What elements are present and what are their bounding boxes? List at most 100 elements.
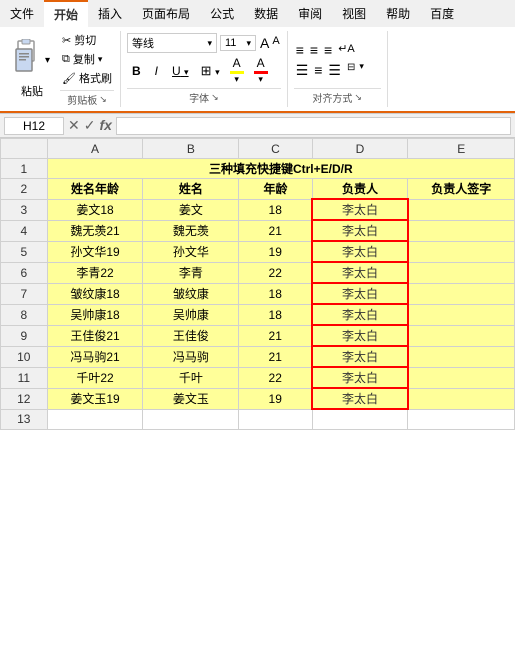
underline-button[interactable]: U ▾ (167, 62, 194, 80)
tab-home[interactable]: 开始 (44, 0, 88, 27)
alignment-expand-icon[interactable]: ↘ (354, 92, 362, 103)
cell-9b[interactable]: 王佳俊 (143, 325, 239, 346)
insert-function-icon[interactable]: fx (99, 117, 111, 134)
format-painter-button[interactable]: 🖌 格式刷 (60, 69, 114, 87)
increase-font-button[interactable]: A (259, 35, 270, 51)
cell-5d[interactable]: 李太白 (312, 241, 408, 262)
cell-11c[interactable]: 22 (239, 367, 312, 388)
cell-10b[interactable]: 冯马驹 (143, 346, 239, 367)
cancel-formula-icon[interactable]: ✕ (68, 117, 80, 134)
cell-10e[interactable] (408, 346, 515, 367)
title-cell[interactable]: 三种填充快捷键Ctrl+E/D/R (47, 159, 514, 179)
highlight-color-arrow[interactable]: ▾ (234, 74, 239, 85)
formula-input[interactable] (116, 117, 511, 135)
tab-insert[interactable]: 插入 (88, 0, 132, 27)
cell-4a[interactable]: 魏无羡21 (47, 220, 143, 241)
cell-3d[interactable]: 李太白 (312, 199, 408, 220)
cell-12b[interactable]: 姜文玉 (143, 388, 239, 409)
corner-cell[interactable] (1, 139, 48, 159)
cell-11a[interactable]: 千叶22 (47, 367, 143, 388)
row-num-12[interactable]: 12 (1, 388, 48, 409)
align-center-button[interactable]: ≡ (312, 61, 324, 80)
cell-11b[interactable]: 千叶 (143, 367, 239, 388)
cell-6b[interactable]: 李青 (143, 262, 239, 283)
row-num-4[interactable]: 4 (1, 220, 48, 241)
font-size-selector[interactable]: 11 ▾ (220, 35, 256, 51)
cell-7a[interactable]: 皱纹康18 (47, 283, 143, 304)
cell-4e[interactable] (408, 220, 515, 241)
cell-4c[interactable]: 21 (239, 220, 312, 241)
merge-center-arrow[interactable]: ▾ (359, 61, 364, 80)
cell-11d[interactable]: 李太白 (312, 367, 408, 388)
tab-help[interactable]: 帮助 (376, 0, 420, 27)
paste-dropdown-arrow[interactable]: ▾ (45, 55, 50, 66)
align-bottom-button[interactable]: ≡ (322, 41, 334, 59)
cell-10c[interactable]: 21 (239, 346, 312, 367)
italic-button[interactable]: I (150, 62, 163, 80)
cell-8e[interactable] (408, 304, 515, 325)
cell-6a[interactable]: 李青22 (47, 262, 143, 283)
cell-5e[interactable] (408, 241, 515, 262)
row-num-9[interactable]: 9 (1, 325, 48, 346)
header-e[interactable]: 负责人签字 (408, 179, 515, 200)
cell-13c[interactable] (239, 409, 312, 429)
cut-button[interactable]: ✂ 剪切 (60, 31, 114, 49)
align-left-button[interactable]: ☰ (294, 61, 311, 80)
row-num-2[interactable]: 2 (1, 179, 48, 200)
row-num-3[interactable]: 3 (1, 199, 48, 220)
cell-6d[interactable]: 李太白 (312, 262, 408, 283)
cell-8d[interactable]: 李太白 (312, 304, 408, 325)
font-expand-icon[interactable]: ↘ (211, 92, 219, 103)
header-b[interactable]: 姓名 (143, 179, 239, 200)
cell-9a[interactable]: 王佳俊21 (47, 325, 143, 346)
header-a[interactable]: 姓名年龄 (47, 179, 143, 200)
tab-baidu[interactable]: 百度 (420, 0, 464, 27)
highlight-color-button[interactable]: A ▾ (227, 55, 247, 86)
col-header-d[interactable]: D (312, 139, 408, 159)
cell-9d[interactable]: 李太白 (312, 325, 408, 346)
row-num-10[interactable]: 10 (1, 346, 48, 367)
cell-8b[interactable]: 吴帅康 (143, 304, 239, 325)
cell-3e[interactable] (408, 199, 515, 220)
cell-4b[interactable]: 魏无羡 (143, 220, 239, 241)
cell-8c[interactable]: 18 (239, 304, 312, 325)
cell-4d[interactable]: 李太白 (312, 220, 408, 241)
row-num-7[interactable]: 7 (1, 283, 48, 304)
cell-7d[interactable]: 李太白 (312, 283, 408, 304)
align-middle-button[interactable]: ≡ (308, 41, 320, 59)
header-d[interactable]: 负责人 (312, 179, 408, 200)
cell-3a[interactable]: 姜文18 (47, 199, 143, 220)
confirm-formula-icon[interactable]: ✓ (84, 117, 96, 134)
cell-3c[interactable]: 18 (239, 199, 312, 220)
cell-5c[interactable]: 19 (239, 241, 312, 262)
cell-7c[interactable]: 18 (239, 283, 312, 304)
cell-11e[interactable] (408, 367, 515, 388)
cell-9c[interactable]: 21 (239, 325, 312, 346)
cell-5b[interactable]: 孙文华 (143, 241, 239, 262)
border-button[interactable]: ⊞ ▾ (198, 62, 223, 80)
row-num-8[interactable]: 8 (1, 304, 48, 325)
cell-10a[interactable]: 冯马驹21 (47, 346, 143, 367)
cell-9e[interactable] (408, 325, 515, 346)
row-num-13[interactable]: 13 (1, 409, 48, 429)
font-color-button[interactable]: A ▾ (251, 55, 271, 86)
font-name-selector[interactable]: 等线 ▾ (127, 33, 217, 53)
tab-formula[interactable]: 公式 (200, 0, 244, 27)
cell-13e[interactable] (408, 409, 515, 429)
font-color-arrow[interactable]: ▾ (258, 74, 263, 85)
row-num-1[interactable]: 1 (1, 159, 48, 179)
row-num-5[interactable]: 5 (1, 241, 48, 262)
copy-button[interactable]: ⧉ 复制 ▾ (60, 50, 114, 68)
col-header-c[interactable]: C (239, 139, 312, 159)
row-num-11[interactable]: 11 (1, 367, 48, 388)
cell-12a[interactable]: 姜文玉19 (47, 388, 143, 409)
tab-data[interactable]: 数据 (244, 0, 288, 27)
cell-10d[interactable]: 李太白 (312, 346, 408, 367)
cell-12e[interactable] (408, 388, 515, 409)
merge-center-button[interactable]: ⊟ (345, 61, 357, 80)
cell-13a[interactable] (47, 409, 143, 429)
wrap-text-button[interactable]: ↵A (336, 41, 357, 59)
col-header-b[interactable]: B (143, 139, 239, 159)
underline-arrow[interactable]: ▾ (184, 67, 189, 77)
cell-3b[interactable]: 姜文 (143, 199, 239, 220)
